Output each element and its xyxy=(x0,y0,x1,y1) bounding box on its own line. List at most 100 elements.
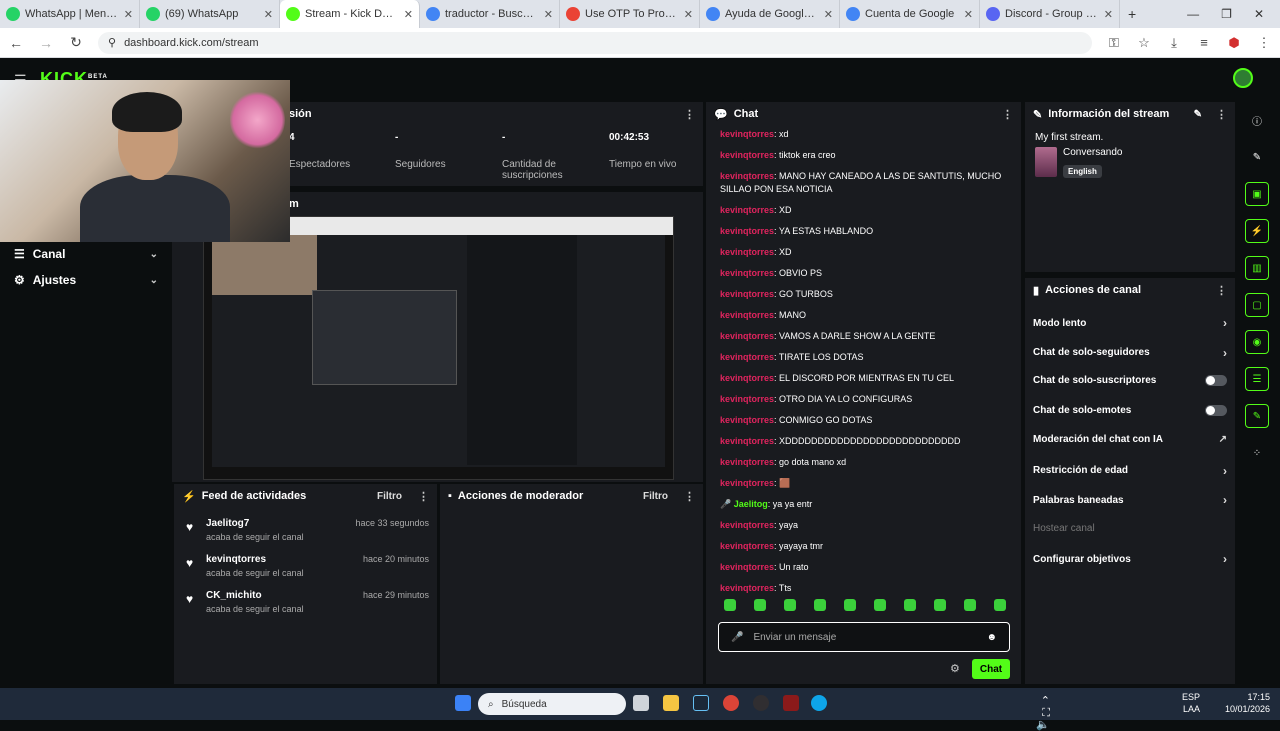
wrench-icon[interactable]: ✎ xyxy=(1245,404,1269,428)
browser-tab[interactable]: WhatsApp | Mensajería y llamadas ✕ xyxy=(0,0,140,28)
broadcast-icon[interactable]: ◉ xyxy=(1245,330,1269,354)
new-tab-button[interactable]: + xyxy=(1128,6,1136,22)
edit-icon[interactable]: ✎ xyxy=(1194,109,1202,120)
chat-username[interactable]: kevinqtorres xyxy=(720,331,774,341)
chat-username[interactable]: kevinqtorres xyxy=(720,415,774,425)
obs-icon[interactable] xyxy=(753,695,769,711)
feed-item[interactable]: ♥ CK_michito acaba de seguir el canal hace … xyxy=(186,590,429,614)
emote-icon[interactable] xyxy=(964,599,976,611)
emote-icon[interactable] xyxy=(904,599,916,611)
pencil-icon[interactable]: ✎ xyxy=(1245,145,1269,169)
tab-close-icon[interactable]: ✕ xyxy=(124,8,133,21)
chat-username[interactable]: kevinqtorres xyxy=(720,150,774,160)
browser-tab[interactable]: Cuenta de Google ✕ xyxy=(840,0,980,28)
channel-action-item[interactable]: Modo lento › xyxy=(1033,316,1227,330)
message-icon[interactable]: ▢ xyxy=(1245,293,1269,317)
channel-action-item[interactable]: Palabras baneadas › xyxy=(1033,493,1227,507)
browser-tab[interactable]: Stream - Kick Dashboard ✕ xyxy=(280,0,420,28)
list-icon[interactable]: ☰ xyxy=(1245,367,1269,391)
browser-menu-icon[interactable]: ⋮ xyxy=(1256,35,1272,51)
chat-username[interactable]: kevinqtorres xyxy=(720,562,774,572)
tab-close-icon[interactable]: ✕ xyxy=(544,8,553,21)
lightning-icon[interactable]: ⚡ xyxy=(1245,219,1269,243)
chat-username[interactable]: kevinqtorres xyxy=(720,352,774,362)
shield-extension-icon[interactable]: ⬢ xyxy=(1226,35,1242,51)
chat-username[interactable]: kevinqtorres xyxy=(720,541,774,551)
download-icon[interactable]: ⤓ xyxy=(1166,35,1182,51)
chat-menu-icon[interactable]: ⋮ xyxy=(1002,108,1013,121)
chat-username[interactable]: kevinqtorres xyxy=(720,457,774,467)
tab-close-icon[interactable]: ✕ xyxy=(404,8,413,21)
user-avatar[interactable] xyxy=(1233,68,1253,88)
chat-username[interactable]: kevinqtorres xyxy=(720,373,774,383)
feed-item[interactable]: ♥ Jaelitog7 acaba de seguir el canal hace 3… xyxy=(186,518,429,542)
chat-input[interactable]: 🎤 Enviar un mensaje ☻ xyxy=(718,622,1010,652)
maximize-icon[interactable]: ❐ xyxy=(1221,7,1232,21)
site-info-icon[interactable]: ⚲ xyxy=(108,36,116,49)
bookmark-star-icon[interactable]: ☆ xyxy=(1136,35,1152,51)
feed-filter-button[interactable]: Filtro xyxy=(377,491,402,502)
extensions-icon[interactable]: ≡ xyxy=(1196,35,1212,50)
chat-settings-icon[interactable]: ⚙ xyxy=(950,662,960,675)
app-icon[interactable] xyxy=(783,695,799,711)
windows-start-icon[interactable] xyxy=(455,695,471,711)
chat-username[interactable]: kevinqtorres xyxy=(720,436,774,446)
emoji-icon[interactable]: ☻ xyxy=(986,632,997,643)
channel-action-item[interactable]: Chat de solo-emotes xyxy=(1033,404,1227,416)
feed-menu-icon[interactable]: ⋮ xyxy=(418,490,429,503)
channel-action-item[interactable]: Restricción de edad › xyxy=(1033,464,1227,478)
tab-close-icon[interactable]: ✕ xyxy=(1104,8,1113,21)
chat-username[interactable]: kevinqtorres xyxy=(720,247,774,257)
chat-send-button[interactable]: Chat xyxy=(972,659,1010,679)
toggle-switch[interactable] xyxy=(1205,404,1227,416)
chat-username[interactable]: kevinqtorres xyxy=(720,478,774,488)
tab-close-icon[interactable]: ✕ xyxy=(824,8,833,21)
category-name[interactable]: Conversando xyxy=(1063,147,1122,158)
chat-username[interactable]: kevinqtorres xyxy=(720,205,774,215)
emote-icon[interactable] xyxy=(754,599,766,611)
close-window-icon[interactable]: ✕ xyxy=(1254,7,1264,21)
channel-action-item[interactable]: Hostear canal xyxy=(1033,523,1227,534)
chat-username[interactable]: kevinqtorres xyxy=(720,129,774,139)
back-icon[interactable]: ← xyxy=(8,35,24,51)
focus-icon[interactable]: ▣ xyxy=(1245,182,1269,206)
emote-icon[interactable] xyxy=(874,599,886,611)
mod-menu-icon[interactable]: ⋮ xyxy=(684,490,695,503)
chat-username[interactable]: kevinqtorres xyxy=(720,289,774,299)
mod-filter-button[interactable]: Filtro xyxy=(643,491,668,502)
browser-tab[interactable]: traductor - Buscar con Google ✕ xyxy=(420,0,560,28)
channel-action-item[interactable]: Moderación del chat con IA ↗ xyxy=(1033,434,1227,445)
emote-icon[interactable] xyxy=(844,599,856,611)
browser-tab[interactable]: Discord - Group Chat That's ✕ xyxy=(980,0,1120,28)
clock[interactable]: 17:15 10/01/2026 xyxy=(1210,691,1270,715)
file-explorer-icon[interactable] xyxy=(663,695,679,711)
actions-menu-icon[interactable]: ⋮ xyxy=(1216,284,1227,297)
chat-username[interactable]: kevinqtorres xyxy=(720,310,774,320)
emote-icon[interactable] xyxy=(724,599,736,611)
microphone-icon[interactable]: 🎤 xyxy=(731,632,743,643)
info-icon[interactable]: ⓘ xyxy=(1245,108,1269,132)
taskbar-search[interactable]: ⌕ Búsqueda xyxy=(478,693,626,715)
apps-icon[interactable]: ⁘ xyxy=(1245,441,1269,465)
channel-action-item[interactable]: Chat de solo-seguidores › xyxy=(1033,346,1227,360)
tab-close-icon[interactable]: ✕ xyxy=(264,8,273,21)
feed-item[interactable]: ♥ kevinqtorres acaba de seguir el canal hac… xyxy=(186,554,429,578)
emote-icon[interactable] xyxy=(784,599,796,611)
stream-preview[interactable] xyxy=(203,216,674,480)
reload-icon[interactable]: ↻ xyxy=(68,34,84,51)
chat-username[interactable]: kevinqtorres xyxy=(720,171,774,181)
channel-action-item[interactable]: Configurar objetivos › xyxy=(1033,552,1227,566)
emote-icon[interactable] xyxy=(994,599,1006,611)
forward-icon[interactable]: → xyxy=(38,35,54,51)
session-menu-icon[interactable]: ⋮ xyxy=(684,108,695,121)
info-menu-icon[interactable]: ⋮ xyxy=(1216,108,1227,121)
tab-close-icon[interactable]: ✕ xyxy=(964,8,973,21)
tab-close-icon[interactable]: ✕ xyxy=(684,8,693,21)
sidebar-item-canal[interactable]: ☰ Canal ⌄ xyxy=(0,241,172,267)
emote-icon[interactable] xyxy=(934,599,946,611)
chat-username[interactable]: kevinqtorres xyxy=(720,583,774,593)
chat-username[interactable]: kevinqtorres xyxy=(720,226,774,236)
browser-tab[interactable]: (69) WhatsApp ✕ xyxy=(140,0,280,28)
chat-icon[interactable]: ▥ xyxy=(1245,256,1269,280)
chat-username[interactable]: kevinqtorres xyxy=(720,520,774,530)
